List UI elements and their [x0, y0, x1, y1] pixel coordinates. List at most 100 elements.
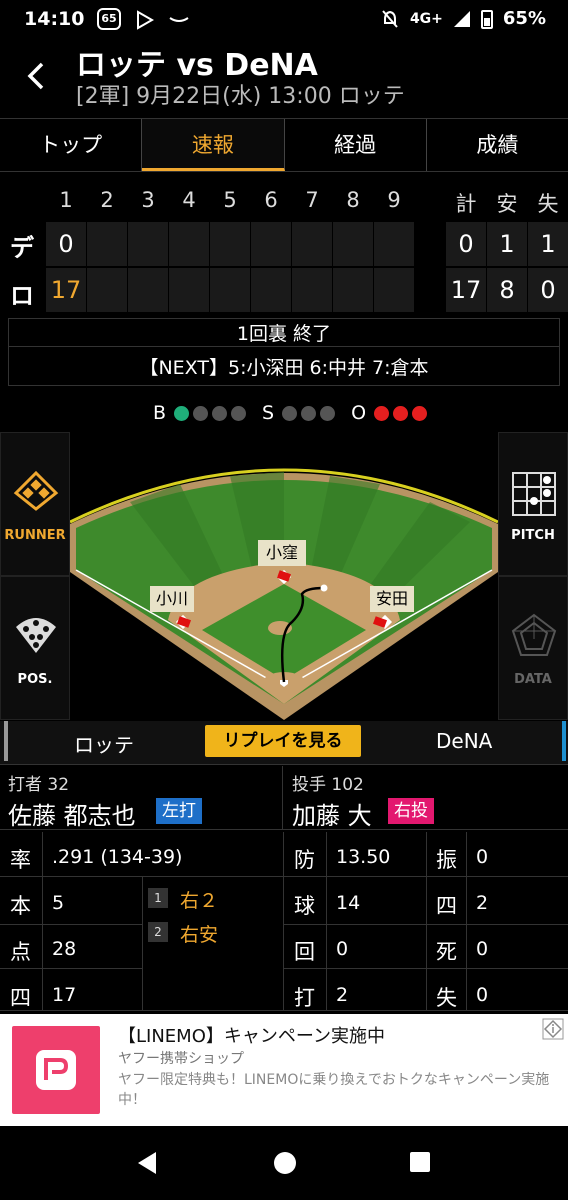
pitch-grid-icon — [512, 472, 556, 516]
back-nav-icon[interactable] — [134, 1150, 160, 1176]
back-arrow-icon[interactable] — [18, 56, 54, 96]
innings-key: 回 — [294, 940, 315, 964]
total-hits: 1 — [487, 222, 527, 266]
inning-header: 5 — [223, 188, 237, 212]
linemo-logo — [12, 1026, 100, 1114]
batter-hand-badge: 左打 — [156, 798, 202, 824]
avg-key: 率 — [10, 848, 31, 872]
inning-score — [333, 222, 373, 266]
inning-score — [169, 222, 209, 266]
inning-score — [333, 268, 373, 312]
total-hits: 8 — [487, 268, 527, 312]
inning-header: 3 — [141, 188, 155, 212]
ball-dot — [193, 405, 208, 421]
inning-header: 9 — [387, 188, 401, 212]
tab-live[interactable]: 速報 — [142, 119, 285, 171]
total-errors: 1 — [528, 222, 568, 266]
total-runs: 17 — [446, 268, 486, 312]
hbp-key: 死 — [436, 940, 457, 964]
bb-key: 四 — [10, 986, 31, 1010]
recents-nav-icon[interactable] — [408, 1150, 432, 1174]
innings-value: 0 — [336, 938, 349, 960]
status-bar: 14:10 65 4G+ 65% — [0, 0, 568, 40]
total-header: 計 — [455, 192, 477, 216]
ad-banner[interactable]: 【LINEMO】キャンペーン実施中 ヤフー携帯ショップ ヤフー限定特典も！LIN… — [0, 1014, 568, 1126]
clock: 14:10 — [24, 8, 85, 30]
home-nav-icon[interactable] — [272, 1150, 298, 1176]
tab-progress[interactable]: 経過 — [285, 119, 427, 171]
game-status-box: 1回裏 終了 【NEXT】5:小深田 6:中井 7:倉本 — [8, 318, 560, 386]
mute-icon — [382, 9, 398, 28]
so-value: 0 — [476, 846, 489, 868]
era-key: 防 — [294, 848, 315, 872]
runs-value: 0 — [476, 984, 489, 1006]
team-bar: ロッテ リプレイを見る DeNA — [0, 721, 568, 765]
pitcher-role: 投手 102 — [292, 775, 364, 795]
bb-value: 17 — [52, 984, 77, 1006]
ad-headline: 【LINEMO】キャンペーン実施中 — [118, 1026, 385, 1047]
inning-score — [128, 222, 168, 266]
team-abbr: ロ — [10, 282, 34, 310]
inning-score — [292, 268, 332, 312]
inning-status: 1回裏 終了 — [9, 319, 559, 347]
pitch-count-value: 14 — [336, 892, 361, 914]
fielder-label-cf: 小窪 — [258, 540, 306, 566]
tab-top[interactable]: トップ — [0, 119, 143, 171]
away-team-tab[interactable]: DeNA — [436, 729, 492, 753]
strike-dot — [301, 405, 317, 421]
runner-button[interactable]: RUNNER — [0, 432, 70, 576]
replay-button[interactable]: リプレイを見る — [205, 725, 361, 757]
inning-score: 17 — [46, 268, 86, 312]
runner-icon — [13, 471, 59, 511]
hits-key: 打 — [294, 986, 315, 1010]
strike-label: S — [262, 402, 275, 424]
rbi-key: 点 — [10, 940, 31, 964]
linemo-logo-icon — [36, 1050, 76, 1090]
pitcher-card[interactable]: 投手 102 加藤 大 右投 — [284, 766, 567, 830]
ad-info-icon[interactable] — [542, 1018, 564, 1040]
batter-card[interactable]: 打者 32 佐藤 都志也 左打 — [0, 766, 283, 830]
out-dot — [412, 405, 428, 421]
tab-stats[interactable]: 成績 — [427, 119, 568, 171]
batter-role: 打者 32 — [8, 775, 70, 795]
pos-button[interactable]: POS. — [0, 576, 70, 720]
data-button[interactable]: DATA — [498, 576, 568, 720]
pitch-button[interactable]: PITCH — [498, 432, 568, 576]
total-header: 安 — [496, 192, 518, 216]
inning-score — [87, 268, 127, 312]
game-info: [2軍] 9月22日(水) 13:00 ロッテ — [76, 84, 405, 109]
ad-source: ヤフー携帯ショップ — [118, 1051, 244, 1067]
hr-value: 5 — [52, 892, 65, 914]
ball-dot — [174, 405, 189, 421]
data-label: DATA — [514, 672, 552, 687]
out-dot — [393, 405, 409, 421]
avg-value: .291 (134-39) — [52, 846, 183, 868]
inning-score — [128, 268, 168, 312]
inning-header: 6 — [264, 188, 278, 212]
team-abbr: デ — [10, 234, 34, 262]
home-team-tab[interactable]: ロッテ — [74, 729, 134, 758]
ball-dot — [231, 405, 246, 421]
home-indicator — [4, 721, 8, 761]
next-batters: 【NEXT】5:小深田 6:中井 7:倉本 — [139, 357, 429, 379]
signal-icon — [453, 10, 470, 27]
out-label: O — [351, 402, 367, 424]
ad-description: ヤフー限定特典も！LINEMOに乗り換えでおトクなキャンペーン実施中！ — [118, 1072, 550, 1108]
field-area: 小窪 小川 安田 RUNNER POS. PITCH DATA — [0, 432, 568, 720]
count-display: B S O — [0, 398, 568, 428]
rbi-value: 28 — [52, 938, 77, 960]
total-header: 失 — [537, 192, 559, 216]
position-icon — [16, 618, 56, 653]
stats-grid: 率 .291 (134-39) 本 5 点 28 四 17 1 右２ 2 右安 … — [0, 832, 568, 1012]
fielder-label-rf: 安田 — [370, 586, 414, 612]
battery-percent: 65% — [502, 8, 546, 29]
pitch-label: PITCH — [511, 528, 555, 543]
inning-score — [210, 268, 250, 312]
away-indicator — [562, 721, 566, 761]
battery-icon — [480, 9, 493, 29]
batter-name: 佐藤 都志也 — [8, 802, 136, 830]
total-runs: 0 — [446, 222, 486, 266]
inning-score — [169, 268, 209, 312]
pitcher-bb-value: 2 — [476, 892, 489, 914]
pos-label: POS. — [17, 672, 53, 687]
